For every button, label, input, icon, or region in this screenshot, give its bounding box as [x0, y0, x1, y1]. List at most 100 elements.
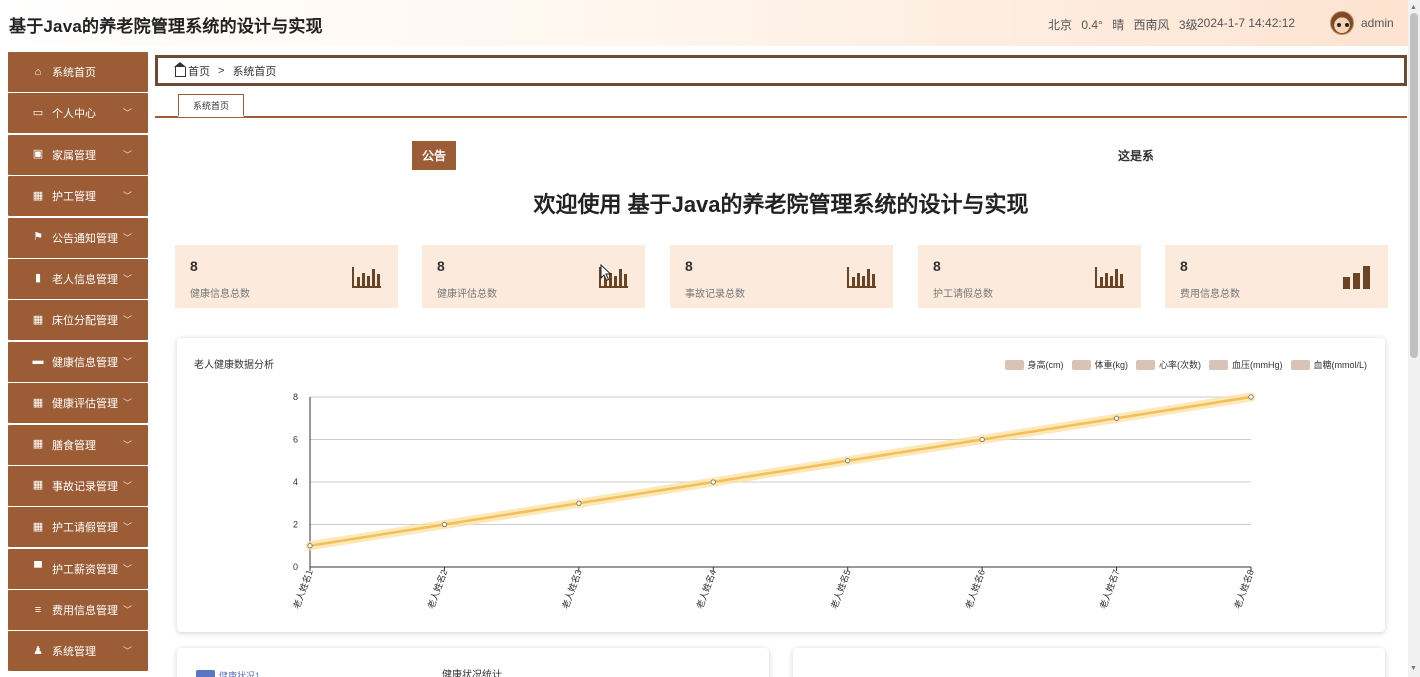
sidebar-item-13[interactable]: ≡ 费用信息管理 ﹀ — [8, 590, 148, 631]
sidebar-item-2[interactable]: ▣ 家属管理 ﹀ — [8, 134, 148, 175]
legend-swatch[interactable] — [196, 670, 215, 677]
home-icon[interactable] — [174, 61, 186, 77]
secondary-chart-panel — [793, 648, 1385, 677]
y-tick-label: 0 — [293, 562, 298, 572]
grid-icon: ▦ — [32, 396, 44, 409]
username[interactable]: admin — [1361, 16, 1394, 30]
sidebar-item-label: 事故记录管理 — [52, 480, 118, 493]
sidebar-menu: ⌂ 系统首页 ▭ 个人中心 ﹀ ▣ 家属管理 ﹀ ▦ 护工管理 ﹀ ⚑ 公告通知管理 ﹀ ▮ 老人信息管理 ﹀ ▦… — [8, 52, 148, 677]
ticket-icon: ▬ — [32, 355, 44, 368]
stat-card-4: 8 费用信息总数 — [1165, 245, 1388, 308]
x-tick-label: 老人姓名5 — [828, 568, 852, 610]
chevron-down-icon: ﹀ — [122, 356, 132, 367]
sidebar-item-0[interactable]: ⌂ 系统首页 — [8, 52, 148, 92]
card-icon: ▭ — [32, 106, 44, 119]
x-tick-label: 老人姓名4 — [694, 568, 718, 610]
stat-label: 费用信息总数 — [1180, 289, 1240, 300]
data-point — [845, 458, 851, 464]
sidebar-item-label: 费用信息管理 — [52, 605, 118, 618]
chevron-down-icon: ﹀ — [122, 563, 132, 574]
current-datetime: 2024-1-7 14:42:12 — [1197, 16, 1296, 30]
user-icon: ♟ — [33, 644, 43, 657]
sidebar-item-5[interactable]: ▮ 老人信息管理 ﹀ — [8, 258, 148, 299]
grid-icon: ▦ — [32, 520, 44, 533]
home-icon: ⌂ — [34, 65, 42, 78]
y-tick-label: 2 — [293, 520, 298, 530]
sidebar-item-label: 公告通知管理 — [52, 232, 118, 245]
page-scrollbar[interactable]: ▲ ▼ — [1408, 0, 1420, 677]
top-header: 基于Java的养老院管理系统的设计与实现 北京 0.4° 晴 西南风 3级 20… — [0, 0, 1408, 46]
data-point — [576, 500, 582, 506]
weather-level: 3级 — [1178, 18, 1198, 32]
bar-chart-icon — [1095, 267, 1124, 288]
stat-value: 8 — [685, 258, 693, 274]
x-tick-label: 老人姓名3 — [559, 568, 583, 610]
sidebar-item-label: 护工薪资管理 — [52, 563, 118, 576]
breadcrumb-separator: > — [218, 64, 225, 77]
breadcrumb-current: 系统首页 — [232, 65, 277, 78]
data-point — [979, 436, 985, 443]
chevron-down-icon: ﹀ — [122, 605, 132, 616]
bar-chart-icon — [352, 267, 381, 288]
scroll-down-icon[interactable]: ▼ — [1410, 665, 1417, 672]
sidebar-item-7[interactable]: ▬ 健康信息管理 ﹀ — [8, 341, 148, 382]
health-chart-panel: 老人健康数据分析 身高(cm) 体重(kg) 心率(次数) 血压(mmHg) 血糖(mm… — [177, 338, 1385, 632]
data-point — [307, 543, 313, 549]
weather-condition: 晴 — [1112, 18, 1125, 32]
notice-marquee-text[interactable]: 这是系 — [1118, 147, 1153, 164]
chevron-down-icon: ﹀ — [122, 522, 132, 533]
sidebar-item-4[interactable]: ⚑ 公告通知管理 ﹀ — [8, 217, 148, 258]
data-point — [441, 521, 448, 528]
sidebar-item-11[interactable]: ▦ 护工请假管理 ﹀ — [8, 507, 148, 548]
stat-label: 护工请假总数 — [933, 289, 993, 300]
chevron-down-icon: ﹀ — [122, 398, 132, 409]
chevron-down-icon: ﹀ — [122, 149, 132, 160]
chevron-down-icon: ﹀ — [122, 273, 132, 284]
y-tick-label: 4 — [293, 477, 298, 487]
sidebar-item-8[interactable]: ▦ 健康评估管理 ﹀ — [8, 383, 148, 424]
sidebar-item-12[interactable]: ▀ 护工薪资管理 ﹀ — [8, 548, 148, 589]
y-tick-label: 6 — [293, 435, 298, 445]
bar-chart-solid-icon — [1343, 266, 1370, 289]
stat-label: 事故记录总数 — [685, 289, 745, 300]
sidebar-item-label: 系统首页 — [52, 67, 96, 79]
breadcrumb: 首页 > 系统首页 — [155, 55, 1407, 86]
legend-label[interactable]: 健康状况1 — [219, 669, 260, 677]
chevron-down-icon: ﹀ — [122, 646, 132, 657]
sidebar-item-1[interactable]: ▭ 个人中心 ﹀ — [8, 93, 148, 134]
sidebar-item-9[interactable]: ▦ 膳食管理 ﹀ — [8, 424, 148, 465]
monitor-icon: ▀ — [34, 562, 42, 575]
sidebar-item-label: 膳食管理 — [52, 439, 96, 452]
sidebar-item-label: 老人信息管理 — [52, 273, 118, 286]
table-icon: ▦ — [32, 479, 44, 492]
tab-home[interactable]: 系统首页 — [178, 94, 244, 117]
weather-temp: 0.4° — [1081, 18, 1103, 32]
stat-label: 健康信息总数 — [190, 289, 250, 300]
scroll-up-icon[interactable]: ▲ — [1410, 4, 1417, 11]
line-chart: 0 2 4 6 8 老人姓名1 老人姓名2 老人姓名3 老人姓名4 老人姓名5 老人姓名6 老人姓名7… — [291, 392, 1256, 610]
scroll-thumb[interactable] — [1410, 13, 1418, 358]
stat-card-0: 8 健康信息总数 — [175, 245, 398, 308]
y-tick-label: 8 — [293, 392, 298, 402]
grid-icon: ▦ — [32, 438, 44, 451]
sidebar-item-10[interactable]: ▦ 事故记录管理 ﹀ — [8, 465, 148, 506]
stat-value: 8 — [1180, 258, 1188, 274]
stat-card-2: 8 事故记录总数 — [670, 245, 893, 308]
breadcrumb-home[interactable]: 首页 — [188, 63, 210, 79]
bars-icon: ▮ — [34, 272, 42, 285]
sidebar-item-6[interactable]: ▦ 床位分配管理 ﹀ — [8, 300, 148, 341]
chevron-down-icon: ﹀ — [122, 480, 132, 491]
chevron-down-icon: ﹀ — [122, 439, 132, 450]
mouse-cursor-icon — [600, 264, 612, 282]
x-tick-label: 老人姓名8 — [1232, 568, 1256, 610]
series-line — [309, 395, 1252, 547]
panel-title: 健康状况统计 — [442, 670, 502, 677]
grid-icon: ▦ — [32, 313, 44, 326]
sidebar-item-14[interactable]: ♟ 系统管理 ﹀ — [8, 631, 148, 672]
data-point — [1248, 394, 1254, 400]
x-tick-label: 老人姓名2 — [425, 568, 449, 610]
avatar[interactable] — [1330, 11, 1354, 35]
bar-chart-icon — [847, 267, 876, 288]
sidebar-item-label: 个人中心 — [52, 108, 96, 121]
sidebar-item-label: 家属管理 — [52, 149, 96, 162]
